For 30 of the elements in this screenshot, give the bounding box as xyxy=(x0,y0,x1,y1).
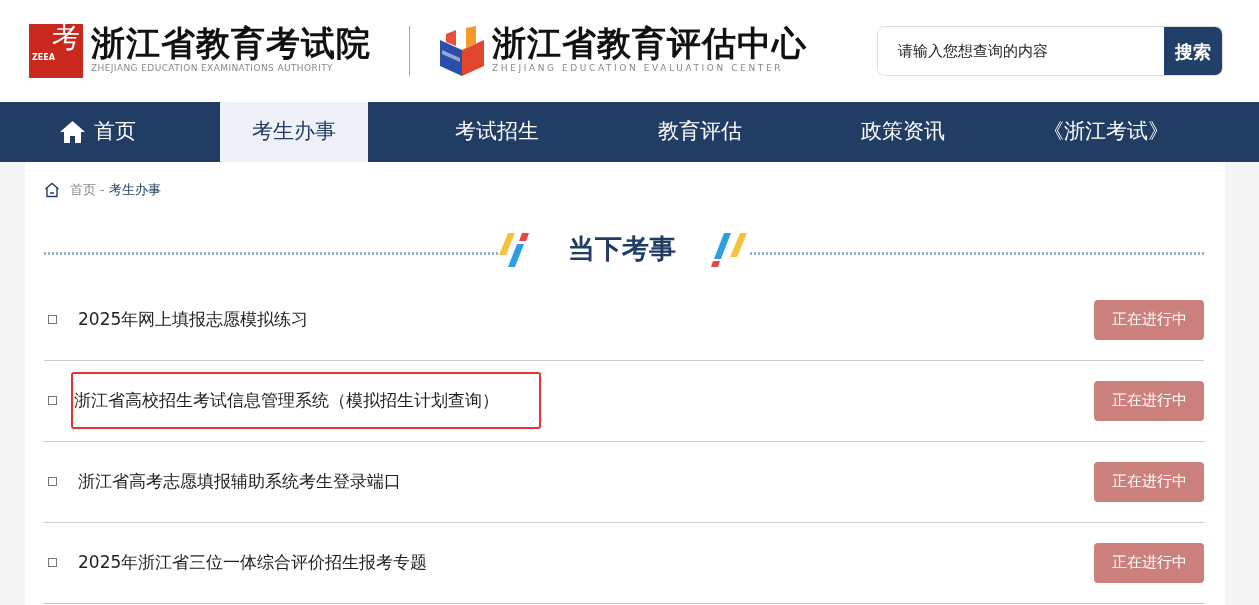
logo-mark: 考 xyxy=(52,24,80,52)
item-link[interactable]: 2025年网上填报志愿模拟练习 xyxy=(74,300,313,339)
search-field[interactable]: 请输入您想查询的内容 搜索 xyxy=(877,26,1223,76)
nav-tab[interactable]: 考生办事 xyxy=(220,102,368,162)
slash-decoration-icon xyxy=(710,232,750,267)
item-link[interactable]: 浙江省高考志愿填报辅助系统考生登录端口 xyxy=(74,462,405,501)
bullet-icon xyxy=(48,396,57,405)
nav-tab[interactable]: 政策资讯 xyxy=(829,102,977,162)
breadcrumb-separator: - xyxy=(100,181,105,199)
search-button[interactable]: 搜索 xyxy=(1164,27,1222,75)
home-icon xyxy=(58,120,86,144)
bullet-icon xyxy=(48,477,57,486)
item-link[interactable]: 浙江省高校招生考试信息管理系统（模拟招生计划查询） xyxy=(71,371,541,430)
site-subtitle: ZHEJIANG EDUCATION EVALUATION CENTER xyxy=(492,62,785,76)
logo-abbreviation: ZEEA xyxy=(32,54,55,62)
section-title: 当下考事 xyxy=(568,232,676,267)
breadcrumb-link[interactable]: 考生办事 xyxy=(108,180,161,200)
nav-tab[interactable]: 《浙江考试》 xyxy=(1032,102,1180,162)
item-link[interactable]: 2025年浙江省三位一体综合评价招生报考专题 xyxy=(74,543,432,582)
nav-tab[interactable]: 教育评估 xyxy=(626,102,774,162)
bullet-icon xyxy=(48,558,57,567)
site-title: 浙江省教育评估中心 xyxy=(492,26,807,63)
nav-tab[interactable]: 考试招生 xyxy=(423,102,571,162)
site-title: 浙江省教育考试院 xyxy=(91,26,371,63)
site-subtitle: ZHEJIANG EDUCATION EXAMINATIONS AUTHORITY xyxy=(91,62,334,76)
nav-tab[interactable]: 首页 xyxy=(23,102,171,162)
logo-emblem xyxy=(440,26,484,76)
home-icon xyxy=(44,181,60,198)
bullet-icon xyxy=(48,315,57,324)
breadcrumb-link[interactable]: 首页 xyxy=(70,180,96,200)
